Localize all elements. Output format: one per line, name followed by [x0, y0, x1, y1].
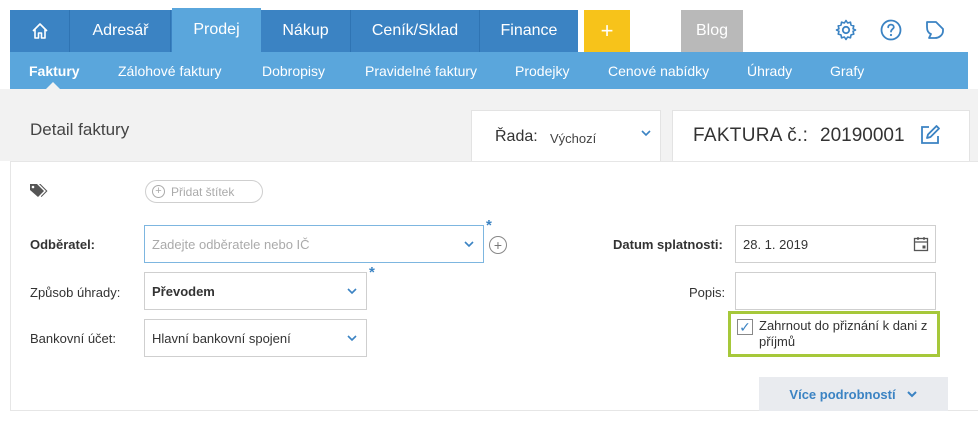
- tab-adresar[interactable]: Adresář: [71, 10, 171, 52]
- plus-circle-icon: +: [152, 185, 165, 198]
- rada-label: Řada:: [495, 128, 538, 145]
- add-contact-button[interactable]: +: [489, 236, 507, 254]
- bankovni-ucet-select[interactable]: Hlavní bankovní spojení: [144, 319, 367, 357]
- subtab-pravidelne-faktury[interactable]: Pravidelné faktury: [365, 52, 477, 89]
- active-tab-caret: [46, 82, 60, 89]
- bankovni-ucet-value: Hlavní bankovní spojení: [152, 330, 291, 346]
- chevron-down-icon: [347, 335, 357, 342]
- subtab-zalohove-faktury[interactable]: Zálohové faktury: [118, 52, 222, 89]
- tax-checkbox-label[interactable]: Zahrnout do přiznání k dani z příjmů: [759, 318, 934, 350]
- required-mark: *: [486, 217, 492, 234]
- tax-checkbox[interactable]: ✓: [737, 319, 753, 335]
- faktura-number: 20190001: [820, 125, 905, 146]
- tags-icon: [30, 184, 48, 197]
- page-title: Detail faktury: [30, 120, 130, 139]
- calendar-icon[interactable]: [913, 236, 929, 252]
- odberatel-label: Odběratel:: [30, 237, 96, 252]
- zpusob-uhrady-label: Způsob úhrady:: [30, 285, 121, 300]
- popis-input[interactable]: [735, 272, 936, 310]
- plus-icon: +: [493, 237, 503, 253]
- blog-button[interactable]: Blog: [681, 10, 743, 52]
- faktura-label: FAKTURA č.:: [693, 125, 809, 146]
- popis-label: Popis:: [689, 285, 726, 300]
- chevron-down-icon: [464, 241, 474, 248]
- add-tag-label: Přidat štítek: [171, 184, 235, 199]
- more-details-button[interactable]: Více podrobností: [759, 377, 948, 411]
- add-new-button[interactable]: +: [584, 10, 630, 52]
- subtab-prodejky[interactable]: Prodejky: [515, 52, 569, 89]
- chevron-down-icon: [906, 391, 917, 398]
- help-icon[interactable]: [879, 18, 903, 42]
- home-button[interactable]: [10, 10, 70, 52]
- edit-icon[interactable]: [919, 124, 941, 146]
- odberatel-placeholder: Zadejte odběratele nebo IČ: [152, 236, 310, 252]
- feedback-icon[interactable]: [923, 18, 947, 42]
- tab-finance[interactable]: Finance: [480, 10, 578, 52]
- add-tag-button[interactable]: + Přidat štítek: [145, 180, 263, 203]
- required-mark: *: [369, 264, 375, 281]
- subtab-cenove-nabidky[interactable]: Cenové nabídky: [608, 52, 709, 89]
- chevron-down-icon[interactable]: [640, 128, 652, 138]
- zpusob-uhrady-select[interactable]: Převodem: [144, 272, 367, 310]
- subtab-uhrady[interactable]: Úhrady: [747, 52, 792, 89]
- gear-icon[interactable]: [834, 18, 858, 42]
- rada-value[interactable]: Výchozí: [550, 131, 596, 146]
- home-icon: [31, 23, 48, 39]
- zpusob-uhrady-value: Převodem: [152, 283, 215, 299]
- datum-splatnosti-label: Datum splatnosti:: [613, 237, 723, 252]
- chevron-down-icon: [347, 288, 357, 295]
- tab-prodej[interactable]: Prodej: [172, 8, 261, 52]
- checkmark-icon: ✓: [739, 318, 751, 335]
- odberatel-input[interactable]: Zadejte odběratele nebo IČ: [144, 225, 484, 263]
- more-details-label: Více podrobností: [789, 386, 896, 402]
- subtab-dobropisy[interactable]: Dobropisy: [262, 52, 325, 89]
- datum-splatnosti-input[interactable]: 28. 1. 2019: [735, 225, 936, 263]
- tab-nakup[interactable]: Nákup: [261, 10, 351, 52]
- datum-splatnosti-value: 28. 1. 2019: [743, 236, 809, 252]
- bankovni-ucet-label: Bankovní účet:: [30, 331, 116, 346]
- tab-cenik-sklad[interactable]: Ceník/Sklad: [351, 10, 480, 52]
- subtab-grafy[interactable]: Grafy: [830, 52, 864, 89]
